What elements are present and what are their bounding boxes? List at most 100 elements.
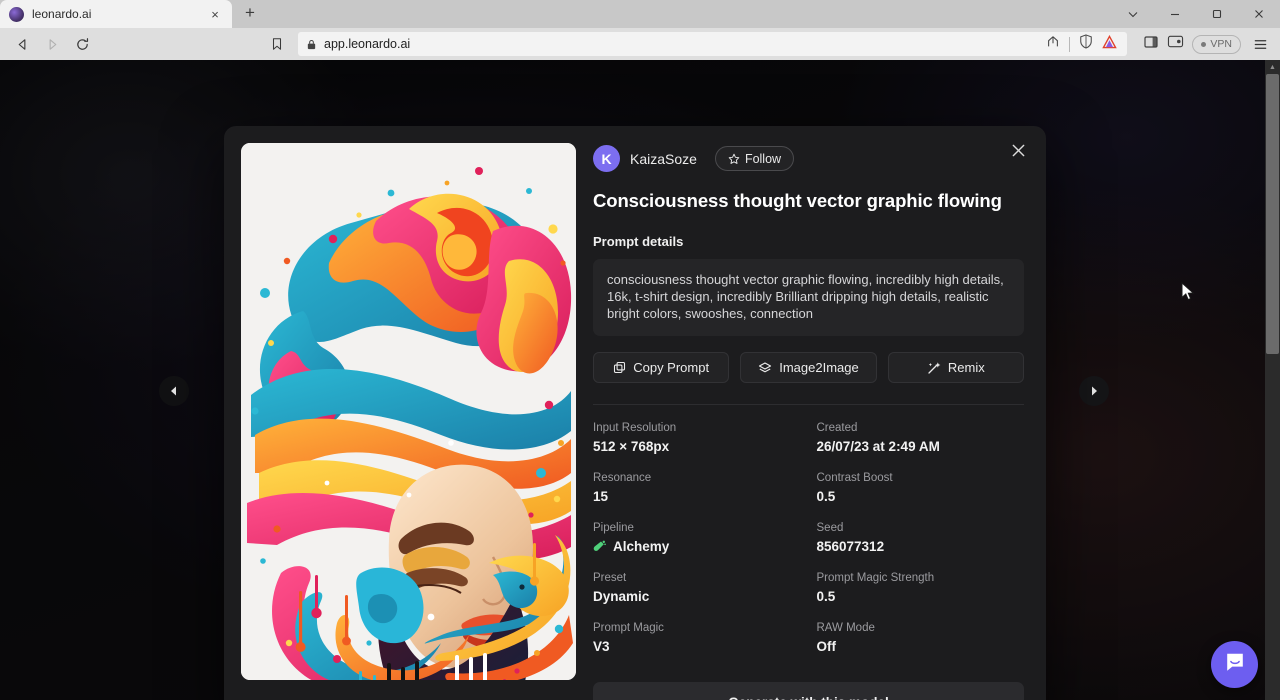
alchemy-flask-icon: [593, 540, 606, 554]
share-icon[interactable]: [1046, 35, 1060, 54]
maximize-icon[interactable]: [1196, 0, 1238, 28]
action-button-row: Copy Prompt Image2Image Remix: [593, 352, 1024, 383]
toolbar-divider: [1069, 37, 1070, 52]
meta-item-seed: Seed 856077312: [817, 521, 1025, 554]
intercom-chat-button[interactable]: [1211, 641, 1258, 688]
copy-prompt-button[interactable]: Copy Prompt: [593, 352, 729, 383]
meta-item-created: Created 26/07/23 at 2:49 AM: [817, 421, 1025, 454]
next-image-button[interactable]: [1079, 376, 1109, 406]
meta-key: Resonance: [593, 471, 801, 486]
vpn-label: VPN: [1210, 38, 1232, 50]
page-viewport: K KaizaSoze Follow Consciousness thought…: [0, 60, 1280, 700]
close-modal-button[interactable]: [1004, 136, 1032, 164]
meta-key: RAW Mode: [817, 621, 1025, 636]
meta-value: V3: [593, 639, 801, 654]
minimize-icon[interactable]: [1154, 0, 1196, 28]
remix-button[interactable]: Remix: [888, 352, 1024, 383]
lock-icon: [306, 39, 317, 50]
navigation-toolbar: app.leonardo.ai: [0, 28, 1280, 60]
chevron-down-icon[interactable]: [1112, 0, 1154, 28]
meta-value: Off: [817, 639, 1025, 654]
metadata-grid: Input Resolution 512 × 768px Created 26/…: [593, 421, 1024, 654]
scrollbar-thumb[interactable]: [1266, 74, 1279, 354]
image2image-button[interactable]: Image2Image: [740, 352, 876, 383]
layers-icon: [758, 361, 772, 375]
meta-value-row: Alchemy: [593, 539, 801, 554]
meta-key: Contrast Boost: [817, 471, 1025, 486]
vpn-toggle[interactable]: VPN: [1192, 35, 1241, 54]
meta-item-raw-mode: RAW Mode Off: [817, 621, 1025, 654]
meta-value: 15: [593, 489, 801, 504]
modal-details-pane: K KaizaSoze Follow Consciousness thought…: [576, 126, 1046, 700]
toolbar-right: VPN: [1135, 34, 1272, 55]
tab-title: leonardo.ai: [32, 7, 199, 21]
sidebar-panel-icon[interactable]: [1143, 34, 1159, 55]
author-row: K KaizaSoze Follow: [593, 145, 1024, 172]
prompt-text[interactable]: consciousness thought vector graphic flo…: [593, 259, 1024, 336]
meta-item-resonance: Resonance 15: [593, 471, 801, 504]
forward-arrow-icon: [38, 31, 66, 57]
omnibox-actions: [1046, 34, 1119, 54]
avatar[interactable]: K: [593, 145, 620, 172]
generated-artwork-image: [241, 143, 576, 680]
copy-icon: [613, 361, 626, 374]
image2image-label: Image2Image: [779, 360, 859, 375]
address-bar[interactable]: app.leonardo.ai: [298, 32, 1127, 56]
meta-value: 0.5: [817, 489, 1025, 504]
meta-key: Input Resolution: [593, 421, 801, 436]
meta-key: Prompt Magic: [593, 621, 801, 636]
meta-item-pipeline: Pipeline Alchemy: [593, 521, 801, 554]
intercom-chat-icon: [1224, 651, 1246, 678]
meta-key: Created: [817, 421, 1025, 436]
prompt-details-label: Prompt details: [593, 234, 1024, 249]
meta-value: Dynamic: [593, 589, 801, 604]
meta-item-prompt-magic-strength: Prompt Magic Strength 0.5: [817, 571, 1025, 604]
modal-image-pane: [224, 126, 576, 700]
follow-button[interactable]: Follow: [715, 146, 794, 171]
hamburger-menu-icon[interactable]: [1249, 37, 1272, 52]
copy-prompt-label: Copy Prompt: [633, 360, 709, 375]
vpn-status-dot: [1201, 42, 1206, 47]
back-arrow-icon[interactable]: [8, 31, 36, 57]
mouse-cursor: [1181, 282, 1195, 307]
star-icon: [728, 153, 740, 165]
bookmark-icon[interactable]: [264, 31, 290, 57]
leonardo-favicon-icon: [9, 7, 24, 22]
meta-key: Pipeline: [593, 521, 801, 536]
image-detail-modal: K KaizaSoze Follow Consciousness thought…: [224, 126, 1046, 700]
close-icon[interactable]: [1238, 0, 1280, 28]
meta-key: Preset: [593, 571, 801, 586]
follow-label: Follow: [745, 152, 781, 166]
brave-wallet-icon[interactable]: [1167, 34, 1184, 54]
browser-tab[interactable]: leonardo.ai ×: [0, 0, 232, 28]
remix-wand-icon: [927, 361, 941, 375]
prev-image-button[interactable]: [159, 376, 189, 406]
meta-value: 26/07/23 at 2:49 AM: [817, 439, 1025, 454]
meta-value: 856077312: [817, 539, 1025, 554]
meta-key: Prompt Magic Strength: [817, 571, 1025, 586]
meta-value: Alchemy: [613, 539, 669, 554]
brave-leo-icon[interactable]: [1102, 35, 1117, 54]
meta-item-prompt-magic: Prompt Magic V3: [593, 621, 801, 654]
generate-with-model-button[interactable]: Generate with this model: [593, 682, 1024, 700]
author-name[interactable]: KaizaSoze: [630, 151, 697, 167]
new-tab-button[interactable]: +: [236, 0, 264, 27]
artwork-frame[interactable]: [241, 143, 576, 680]
remix-label: Remix: [948, 360, 985, 375]
meta-item-input-resolution: Input Resolution 512 × 768px: [593, 421, 801, 454]
scrollbar-up-arrow[interactable]: ▲: [1265, 60, 1280, 74]
meta-key: Seed: [817, 521, 1025, 536]
brave-shields-icon[interactable]: [1079, 34, 1093, 54]
section-divider: [593, 404, 1024, 405]
page-title: Consciousness thought vector graphic flo…: [593, 190, 1024, 212]
meta-item-contrast-boost: Contrast Boost 0.5: [817, 471, 1025, 504]
tab-strip: leonardo.ai × +: [0, 0, 1280, 28]
window-controls: [1112, 0, 1280, 28]
page-scrollbar[interactable]: ▲: [1265, 60, 1280, 700]
reload-icon[interactable]: [68, 31, 96, 57]
meta-value: 512 × 768px: [593, 439, 801, 454]
meta-item-preset: Preset Dynamic: [593, 571, 801, 604]
meta-value: 0.5: [817, 589, 1025, 604]
url-text: app.leonardo.ai: [324, 37, 1039, 51]
tab-close-icon[interactable]: ×: [207, 6, 223, 22]
